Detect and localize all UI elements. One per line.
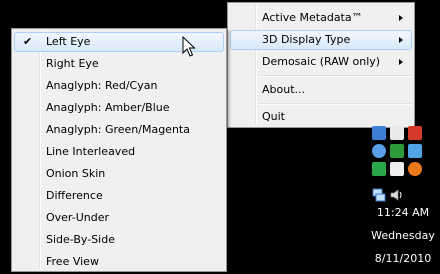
submenu-item-label: Anaglyph: Red/Cyan bbox=[46, 79, 158, 92]
menu-separator bbox=[258, 75, 411, 77]
submenu-item-label: Anaglyph: Green/Magenta bbox=[46, 123, 190, 136]
submenu-item-over-under[interactable]: Over-Under bbox=[14, 208, 224, 228]
menu-item-3d-display-type[interactable]: 3D Display Type bbox=[230, 30, 412, 50]
submenu-item-label: Over-Under bbox=[46, 211, 110, 224]
menu-item-about[interactable]: About... bbox=[230, 80, 412, 100]
submenu-item-onion-skin[interactable]: Onion Skin bbox=[14, 164, 224, 184]
submenu-item-label: Anaglyph: Amber/Blue bbox=[46, 101, 170, 114]
menu-item-label: Quit bbox=[262, 110, 285, 123]
submenu-arrow-icon bbox=[399, 15, 403, 21]
menu-item-label: 3D Display Type bbox=[262, 33, 351, 46]
clock-date: 8/11/2010 bbox=[374, 252, 432, 265]
submenu-item-anaglyph-green-magenta[interactable]: Anaglyph: Green/Magenta bbox=[14, 120, 224, 140]
network-icon[interactable] bbox=[372, 188, 386, 202]
app-icon[interactable] bbox=[408, 162, 422, 176]
submenu-item-label: Free View bbox=[46, 255, 99, 268]
submenu-item-label: Right Eye bbox=[46, 57, 99, 70]
context-menu: Active Metadata™ 3D Display Type Demosai… bbox=[227, 2, 415, 128]
menu-item-label: About... bbox=[262, 83, 306, 96]
checkmark-icon: ✔ bbox=[23, 35, 33, 48]
app-icon[interactable] bbox=[390, 162, 404, 176]
clock-time[interactable]: 11:24 AM bbox=[366, 206, 440, 219]
clock-day: Wednesday bbox=[371, 229, 435, 242]
app-icon[interactable] bbox=[390, 126, 404, 140]
submenu-item-difference[interactable]: Difference bbox=[14, 186, 224, 206]
app-icon[interactable] bbox=[390, 144, 404, 158]
submenu-3d-display-type: ✔ Left Eye Right Eye Anaglyph: Red/Cyan … bbox=[11, 28, 227, 272]
submenu-item-label: Side-By-Side bbox=[46, 233, 115, 246]
submenu-item-label: Onion Skin bbox=[46, 167, 106, 180]
submenu-item-free-view[interactable]: Free View bbox=[14, 252, 224, 272]
submenu-item-label: Left Eye bbox=[46, 35, 91, 48]
menu-item-label: Active Metadata™ bbox=[262, 11, 363, 24]
submenu-arrow-icon bbox=[399, 37, 403, 43]
submenu-item-anaglyph-red-cyan[interactable]: Anaglyph: Red/Cyan bbox=[14, 76, 224, 96]
submenu-item-label: Line Interleaved bbox=[46, 145, 136, 158]
app-icon[interactable] bbox=[372, 126, 386, 140]
menu-separator bbox=[258, 103, 411, 105]
menu-item-active-metadata[interactable]: Active Metadata™ bbox=[230, 8, 412, 28]
app-icon[interactable] bbox=[408, 144, 422, 158]
menu-item-label: Demosaic (RAW only) bbox=[262, 55, 381, 68]
mouse-cursor-icon bbox=[182, 36, 196, 57]
menu-item-demosaic[interactable]: Demosaic (RAW only) bbox=[230, 52, 412, 72]
submenu-arrow-icon bbox=[399, 59, 403, 65]
app-icon[interactable] bbox=[408, 126, 422, 140]
submenu-item-line-interleaved[interactable]: Line Interleaved bbox=[14, 142, 224, 162]
submenu-item-side-by-side[interactable]: Side-By-Side bbox=[14, 230, 224, 250]
submenu-item-label: Difference bbox=[46, 189, 103, 202]
app-icon[interactable] bbox=[372, 144, 386, 158]
volume-icon[interactable] bbox=[390, 188, 404, 202]
app-icon[interactable] bbox=[372, 162, 386, 176]
submenu-item-anaglyph-amber-blue[interactable]: Anaglyph: Amber/Blue bbox=[14, 98, 224, 118]
